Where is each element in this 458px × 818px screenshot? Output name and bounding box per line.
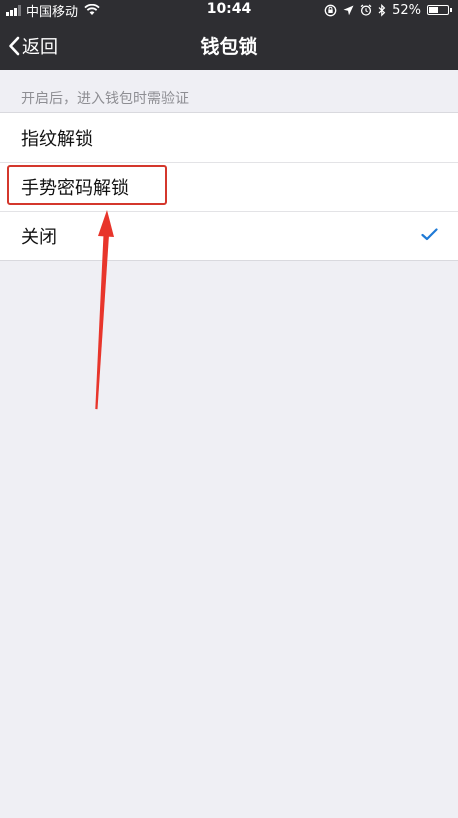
annotation-arrow bbox=[95, 210, 114, 410]
